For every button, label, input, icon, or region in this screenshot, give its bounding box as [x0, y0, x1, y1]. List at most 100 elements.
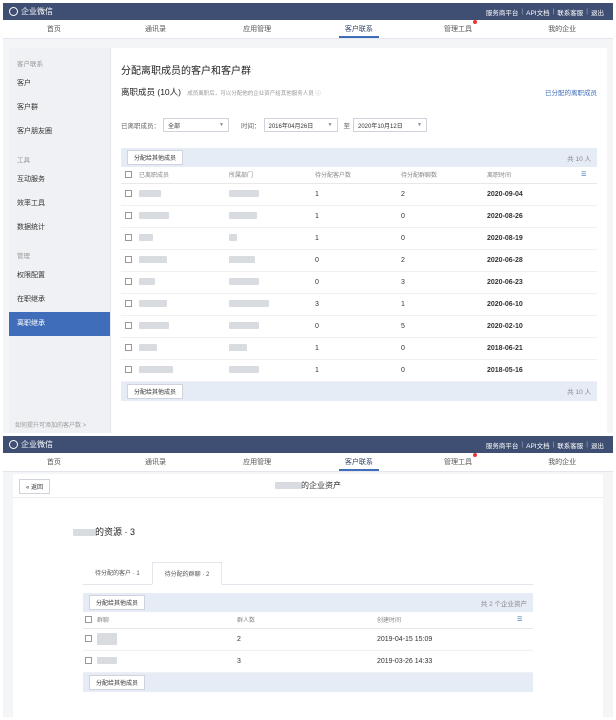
tab-pending-groups[interactable]: 待分配的群聊 · 2 [151, 562, 223, 585]
nav-customer-contact[interactable]: 客户联系 [308, 20, 410, 38]
link-logout[interactable]: 退出 [588, 440, 607, 450]
back-button[interactable]: « 返回 [19, 479, 51, 494]
redacted-name [139, 344, 157, 352]
sidebar-item-active-inheritance[interactable]: 在职继承 [9, 288, 110, 312]
wecom-logo-icon [9, 440, 18, 449]
sidebar-help-link[interactable]: 如何提升可添加的客户数 > [15, 420, 86, 429]
select-all-checkbox[interactable] [85, 616, 92, 624]
select-all-checkbox[interactable] [125, 171, 132, 179]
brand-logo[interactable]: 企业微信 [9, 439, 53, 450]
nav-my-enterprise[interactable]: 我的企业 [511, 20, 613, 38]
nav-my-enterprise[interactable]: 我的企业 [511, 453, 613, 471]
row-checkbox[interactable] [125, 234, 132, 242]
nav-management-tools[interactable]: 管理工具 [410, 20, 512, 38]
main-nav: 首页 通讯录 应用管理 客户联系 管理工具 我的企业 [3, 453, 613, 472]
link-contact-support[interactable]: 联系客服 [554, 7, 586, 17]
redacted-department [229, 234, 237, 242]
action-bar-bottom: 分配给其他成员 [83, 672, 533, 692]
row-checkbox[interactable] [125, 300, 132, 308]
table-row[interactable]: 2 2019-04-15 15:09 [83, 628, 533, 651]
link-logout[interactable]: 退出 [588, 7, 607, 17]
column-settings-icon[interactable]: ☰ [581, 167, 597, 184]
link-contact-support[interactable]: 联系客服 [554, 440, 586, 450]
redacted-member-name [275, 482, 301, 490]
nav-management-tools[interactable]: 管理工具 [410, 453, 512, 471]
row-checkbox[interactable] [125, 366, 132, 374]
row-checkbox[interactable] [125, 278, 132, 286]
row-checkbox[interactable] [125, 256, 132, 264]
sidebar-item-customers[interactable]: 客户 [9, 72, 110, 96]
row-checkbox[interactable] [85, 657, 92, 665]
screen-enterprise-assets: 企业微信 服务商平台 | API文档 | 联系客服 | 退出 首页 通讯录 应用管理 … [3, 436, 613, 717]
top-bar: 企业微信 服务商平台 | API文档 | 联系客服 | 退出 [3, 436, 613, 453]
nav-contacts[interactable]: 通讯录 [105, 453, 207, 471]
sidebar-item-moments[interactable]: 客户朋友圈 [9, 120, 110, 144]
row-checkbox[interactable] [85, 635, 92, 643]
table-row[interactable]: 1 0 2018-05-16 [121, 359, 597, 382]
row-checkbox[interactable] [125, 190, 132, 198]
assign-to-others-button[interactable]: 分配给其他成员 [127, 150, 184, 165]
brand-logo[interactable]: 企业微信 [9, 6, 53, 17]
assigned-members-link[interactable]: 已分配的离职成员 [545, 87, 597, 97]
resource-title: 的资源 · 3 [73, 525, 603, 538]
chevron-down-icon: ▼ [327, 122, 333, 128]
wecom-logo-icon [9, 7, 18, 16]
time-filter-label: 时间： [241, 123, 261, 130]
member-count: 共 10 人 [567, 155, 591, 163]
redacted-department [229, 322, 259, 330]
sidebar-group-customer-contact: 客户联系 [17, 61, 43, 68]
row-checkbox[interactable] [125, 322, 132, 330]
link-provider-platform[interactable]: 服务商平台 [483, 440, 522, 450]
redacted-group-avatar [97, 633, 117, 645]
sidebar-item-customer-groups[interactable]: 客户群 [9, 96, 110, 120]
sidebar-item-interactive-service[interactable]: 互动服务 [9, 168, 110, 192]
asset-panel: « 返回 的企业资产 的资源 · 3 待分配的客户 · 1 待分配的群聊 · 2… [13, 474, 603, 717]
member-filter-select[interactable]: 全部 ▼ [163, 118, 229, 132]
assign-to-others-button-bottom[interactable]: 分配给其他成员 [127, 383, 184, 399]
table-row[interactable]: 0 3 2020-06-23 [121, 271, 597, 294]
col-member: 已离职成员 [139, 167, 229, 184]
asset-tabs: 待分配的客户 · 1 待分配的群聊 · 2 [83, 562, 533, 585]
redacted-name [139, 256, 167, 264]
date-to-select[interactable]: 2020年10月12日 ▼ [353, 118, 427, 132]
redacted-department [229, 212, 257, 220]
nav-apps[interactable]: 应用管理 [206, 20, 308, 38]
redacted-name [139, 212, 169, 220]
asset-count: 共 2 个企业资产 [480, 600, 527, 608]
assign-to-others-button[interactable]: 分配给其他成员 [89, 595, 146, 610]
brand-name: 企业微信 [21, 7, 53, 16]
col-created-time: 创建时间 [377, 612, 517, 629]
sidebar-item-statistics[interactable]: 数据统计 [9, 216, 110, 240]
nav-contacts[interactable]: 通讯录 [105, 20, 207, 38]
row-checkbox[interactable] [125, 344, 132, 352]
link-api-docs[interactable]: API文档 [523, 7, 552, 17]
member-count-bottom: 共 10 人 [567, 389, 591, 396]
page-title: 分配离职成员的客户和客户群 [121, 66, 251, 77]
table-row[interactable]: 3 1 2020-06-10 [121, 293, 597, 316]
link-api-docs[interactable]: API文档 [523, 440, 552, 450]
date-from-select[interactable]: 2016年04月26日 ▼ [263, 118, 338, 132]
table-row[interactable]: 0 2 2020-06-28 [121, 249, 597, 272]
action-bar-top: 分配给其他成员 共 2 个企业资产 [83, 593, 533, 612]
assign-to-others-button-bottom[interactable]: 分配给其他成员 [89, 674, 146, 690]
tab-pending-customers[interactable]: 待分配的客户 · 1 [83, 562, 152, 584]
date-to-label: 至 [343, 123, 351, 130]
col-member-count: 群人数 [237, 612, 377, 629]
nav-apps[interactable]: 应用管理 [206, 453, 308, 471]
table-row[interactable]: 1 0 2020-08-19 [121, 227, 597, 250]
nav-home[interactable]: 首页 [3, 453, 105, 471]
sidebar-item-permissions[interactable]: 权限配置 [9, 264, 110, 288]
nav-home[interactable]: 首页 [3, 20, 105, 38]
table-row[interactable]: 1 0 2018-06-21 [121, 337, 597, 360]
link-provider-platform[interactable]: 服务商平台 [483, 7, 522, 17]
table-row[interactable]: 0 5 2020-02-10 [121, 315, 597, 338]
sidebar-item-efficiency-tools[interactable]: 效率工具 [9, 192, 110, 216]
table-row[interactable]: 3 2019-03-26 14:33 [83, 650, 533, 673]
column-settings-icon[interactable]: ☰ [517, 612, 533, 629]
sidebar-item-departed-inheritance[interactable]: 离职继承 [9, 312, 110, 336]
row-checkbox[interactable] [125, 212, 132, 220]
top-links: 服务商平台 | API文档 | 联系客服 | 退出 [483, 7, 607, 17]
nav-customer-contact[interactable]: 客户联系 [308, 453, 410, 471]
table-row[interactable]: 1 2 2020-09-04 [121, 183, 597, 206]
table-row[interactable]: 1 0 2020-08-26 [121, 205, 597, 228]
